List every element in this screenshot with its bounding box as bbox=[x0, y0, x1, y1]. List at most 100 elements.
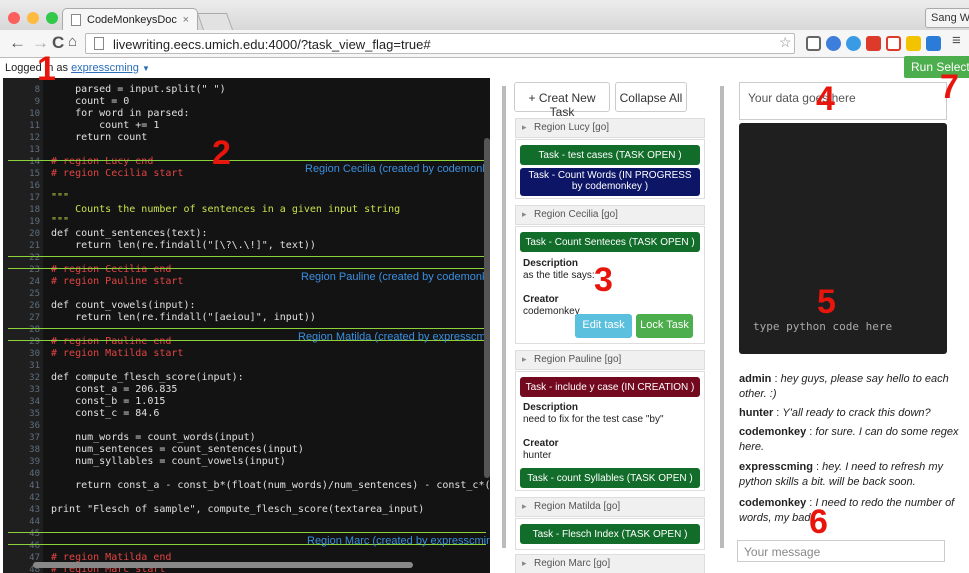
region-header-lucy[interactable]: ▸ Region Lucy [go] bbox=[515, 118, 705, 138]
line-number: 46 bbox=[29, 541, 40, 551]
code-line: 30 # region Matilda start bbox=[3, 348, 483, 360]
code-line: 17 """ bbox=[3, 192, 483, 204]
panel-divider-right[interactable] bbox=[720, 86, 724, 548]
caret-right-icon: ▸ bbox=[522, 558, 527, 568]
extension-shield-icon[interactable] bbox=[886, 36, 901, 51]
tab-close-icon[interactable]: × bbox=[183, 14, 189, 26]
code-line: 27 return len(re.findall("[aeiou]", inpu… bbox=[3, 312, 483, 324]
code-editor[interactable]: 8 parsed = input.split(" ") 9 count = 0 10… bbox=[3, 78, 490, 573]
browser-toolbar: ← → C ⌂ livewriting.eecs.umich.edu:4000/… bbox=[0, 30, 969, 58]
code-text: def count_sentences(text): bbox=[51, 228, 208, 239]
code-text: Counts the number of sentences in a give… bbox=[51, 204, 401, 215]
line-number: 8 bbox=[34, 85, 40, 95]
line-number: 44 bbox=[29, 517, 40, 527]
user-dropdown[interactable]: expresscming bbox=[71, 62, 139, 74]
line-number: 36 bbox=[29, 421, 40, 431]
chat-user: admin bbox=[739, 373, 772, 385]
region-header-matilda[interactable]: ▸ Region Matilda [go] bbox=[515, 497, 705, 517]
code-text: for word in parsed: bbox=[51, 108, 190, 119]
extension-blue-icon[interactable] bbox=[826, 36, 841, 51]
line-number: 12 bbox=[29, 133, 40, 143]
extension-yellow-icon[interactable] bbox=[906, 36, 921, 51]
annotation-number: 2 bbox=[212, 134, 231, 172]
creator-label: Creator bbox=[523, 294, 559, 305]
task-count-syllables[interactable]: Task - count Syllables (TASK OPEN ) bbox=[520, 468, 700, 488]
document-icon bbox=[71, 14, 81, 26]
close-window-icon[interactable] bbox=[8, 12, 20, 24]
chat-message: expresscming : hey. I need to refresh my… bbox=[739, 461, 944, 488]
chevron-down-icon[interactable]: ▼ bbox=[142, 64, 150, 73]
chat-message: codemonkey : for sure. I can do some reg… bbox=[739, 426, 959, 453]
annotation-number: 7 bbox=[940, 68, 959, 106]
line-number: 21 bbox=[29, 241, 40, 251]
task-test-cases[interactable]: Task - test cases (TASK OPEN ) bbox=[520, 145, 700, 165]
home-icon[interactable]: ⌂ bbox=[68, 33, 77, 50]
region-header-cecilia[interactable]: ▸ Region Cecilia [go] bbox=[515, 205, 705, 225]
editor-vertical-scrollbar[interactable] bbox=[484, 138, 490, 478]
line-number: 19 bbox=[29, 217, 40, 227]
code-line: 43 print "Flesch of sample", compute_fles… bbox=[3, 504, 483, 516]
chat-message: admin : hey guys, please say hello to ea… bbox=[739, 373, 949, 400]
code-line: 31 bbox=[3, 360, 483, 372]
code-text: # region Cecilia start bbox=[51, 168, 184, 179]
caret-right-icon: ▸ bbox=[522, 501, 527, 511]
code-line: 25 bbox=[3, 288, 483, 300]
region-label-cecilia: Region Cecilia (created by codemonkey bbox=[305, 163, 490, 175]
extension-red-icon[interactable] bbox=[866, 36, 881, 51]
region-header-label: Region Matilda [go] bbox=[534, 501, 621, 512]
extension-lens-icon[interactable] bbox=[846, 36, 861, 51]
message-input[interactable]: Your message bbox=[737, 540, 945, 562]
code-line: 38 num_sentences = count_sentences(input… bbox=[3, 444, 483, 456]
cast-icon[interactable] bbox=[806, 36, 821, 51]
region-line-matilda-top bbox=[8, 328, 486, 329]
edit-task-button[interactable]: Edit task bbox=[575, 314, 632, 338]
code-line: 19 """ bbox=[3, 216, 483, 228]
task-count-words[interactable]: Task - Count Words (IN PROGRESS by codem… bbox=[520, 168, 700, 196]
line-number: 22 bbox=[29, 253, 40, 263]
page-icon bbox=[94, 37, 104, 50]
region-label-matilda: Region Matilda (created by expresscming bbox=[298, 331, 490, 343]
region-header-pauline[interactable]: ▸ Region Pauline [go] bbox=[515, 350, 705, 370]
line-number: 29 bbox=[29, 337, 40, 347]
code-text: return count bbox=[51, 132, 148, 143]
region-line-cecilia bbox=[8, 160, 486, 161]
data-input[interactable]: Your data goes here bbox=[739, 82, 947, 120]
annotation-number: 1 bbox=[37, 50, 56, 88]
code-text: num_syllables = count_vowels(input) bbox=[51, 456, 286, 467]
collapse-all-button[interactable]: Collapse All bbox=[615, 82, 687, 112]
address-bar[interactable]: livewriting.eecs.umich.edu:4000/?task_vi… bbox=[85, 33, 795, 54]
task-flesch-index[interactable]: Task - Flesch Index (TASK OPEN ) bbox=[520, 524, 700, 544]
editor-horizontal-scrollbar[interactable] bbox=[33, 562, 413, 568]
code-text: return len(re.findall("[aeiou]", input)) bbox=[51, 312, 316, 323]
panel-divider-left[interactable] bbox=[502, 86, 506, 548]
task-include-y-case[interactable]: Task - include y case (IN CREATION ) bbox=[520, 377, 700, 397]
browser-titlebar: CodeMonkeysDoc × Sang Won bbox=[0, 0, 969, 31]
code-line: 32 def compute_flesch_score(input): bbox=[3, 372, 483, 384]
code-line: 13 bbox=[3, 144, 483, 156]
maximize-window-icon[interactable] bbox=[46, 12, 58, 24]
extension-calendar-icon[interactable] bbox=[926, 36, 941, 51]
annotation-number: 5 bbox=[817, 283, 836, 321]
line-number: 41 bbox=[29, 481, 40, 491]
bookmark-star-icon[interactable]: ☆ bbox=[779, 34, 792, 51]
minimize-window-icon[interactable] bbox=[27, 12, 39, 24]
task-count-sentences[interactable]: Task - Count Senteces (TASK OPEN ) bbox=[520, 232, 700, 252]
region-header-marc[interactable]: ▸ Region Marc [go] bbox=[515, 554, 705, 573]
code-line: 20 def count_sentences(text): bbox=[3, 228, 483, 240]
lock-task-button[interactable]: Lock Task bbox=[636, 314, 693, 338]
new-tab-button[interactable] bbox=[196, 13, 234, 30]
create-new-task-button[interactable]: + Creat New Task bbox=[514, 82, 610, 119]
back-arrow-icon[interactable]: ← bbox=[9, 33, 26, 53]
browser-tab[interactable]: CodeMonkeysDoc × bbox=[62, 8, 198, 31]
profile-button[interactable]: Sang Won bbox=[925, 8, 969, 28]
line-number: 45 bbox=[29, 529, 40, 539]
line-number: 42 bbox=[29, 493, 40, 503]
line-number: 28 bbox=[29, 325, 40, 335]
description-text: as the title says: bbox=[523, 270, 595, 281]
line-number: 39 bbox=[29, 457, 40, 467]
menu-icon[interactable]: ≡ bbox=[952, 32, 961, 49]
run-selection-button[interactable]: Run Selection bbox=[904, 56, 969, 78]
code-text: count += 1 bbox=[51, 120, 160, 131]
description-label: Description bbox=[523, 402, 579, 413]
line-number: 18 bbox=[29, 205, 40, 215]
